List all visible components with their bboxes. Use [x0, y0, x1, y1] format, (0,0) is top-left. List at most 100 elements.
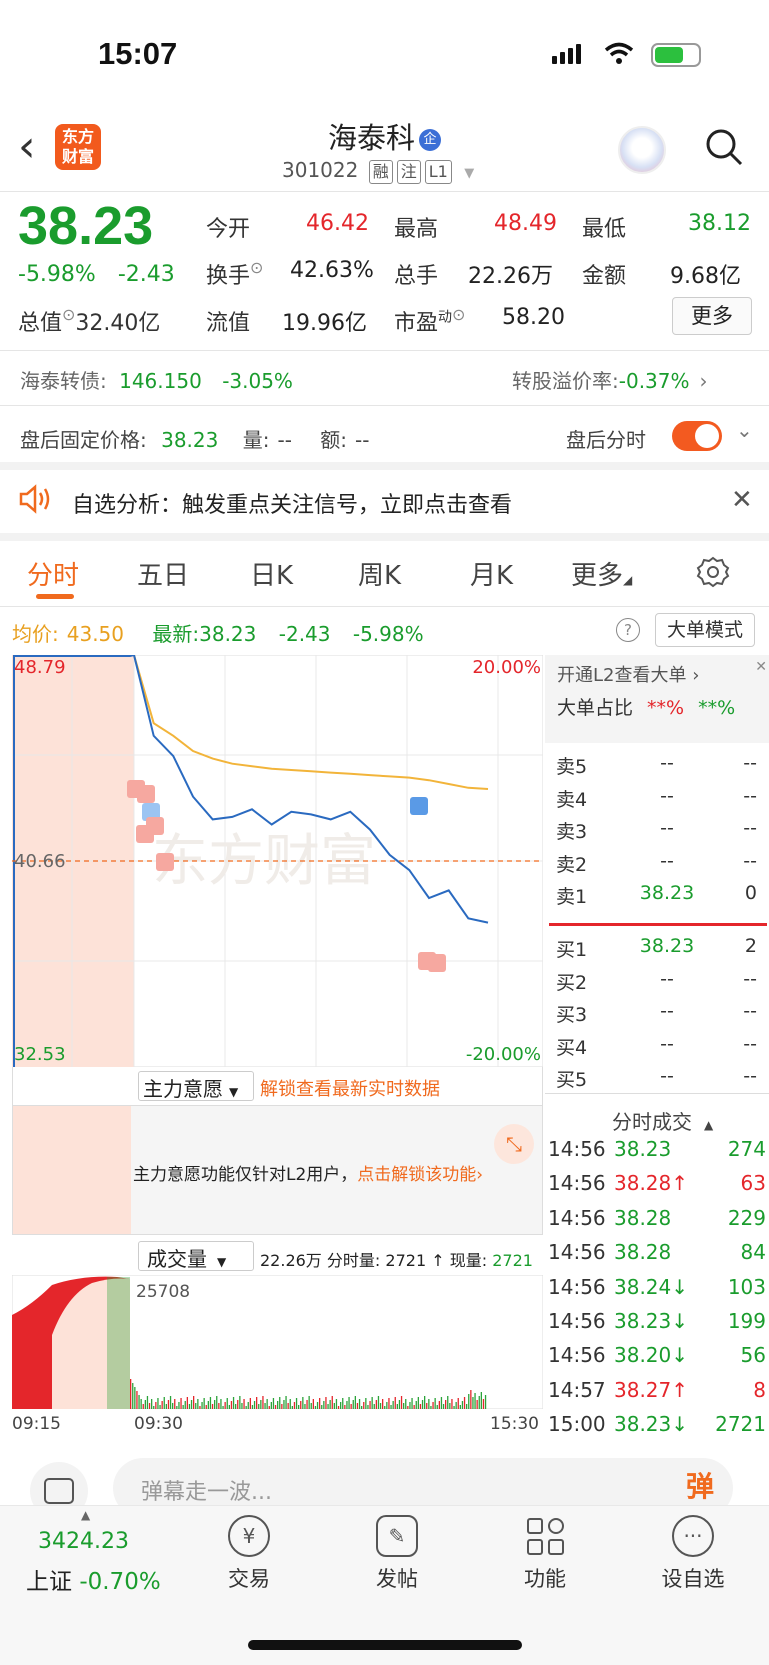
- help-icon[interactable]: ?: [616, 618, 640, 642]
- tick-price: 38.20↓: [614, 1343, 689, 1368]
- tick-time: 15:00: [548, 1412, 606, 1437]
- expand-icon[interactable]: ⤡: [494, 1124, 534, 1164]
- bond-pct: -3.05%: [222, 369, 293, 393]
- after-vol-label: 量:: [242, 428, 270, 452]
- volume-bar: [174, 1399, 176, 1409]
- pe-value: 58.20: [502, 305, 565, 330]
- tag-level: L1: [424, 160, 452, 184]
- tab-five-day[interactable]: 五日: [137, 555, 189, 592]
- section-gap: [0, 462, 769, 470]
- unlock-link[interactable]: 解锁查看最新实时数据: [260, 1075, 440, 1101]
- more-dots-icon: ···: [672, 1515, 714, 1557]
- caret-down-icon: ▼: [217, 1255, 227, 1269]
- alert-text[interactable]: 自选分析：触发重点关注信号，立即点击查看: [72, 487, 512, 519]
- volume-bar: [264, 1403, 266, 1409]
- buy-marker: [137, 785, 155, 803]
- close-icon[interactable]: ✕: [731, 485, 753, 515]
- level-volume: --: [743, 967, 757, 990]
- volume-bar: [394, 1397, 396, 1409]
- volume-bar: [344, 1405, 346, 1409]
- l2-promo[interactable]: 开通L2查看大单 › ✕ 大单占比 **% **%: [545, 655, 769, 743]
- l2-text: 开通L2查看大单: [557, 665, 687, 686]
- volume-bar: [207, 1401, 209, 1409]
- info-icon[interactable]: ⊙: [62, 305, 75, 324]
- tab-monthly-k[interactable]: 月K: [470, 555, 513, 592]
- tick-price: 38.23: [614, 1137, 672, 1161]
- tick-volume: 229: [727, 1205, 766, 1230]
- convertible-bond-row[interactable]: 海泰转债: 146.150 -3.05%: [20, 365, 293, 394]
- volume-bar: [333, 1403, 335, 1409]
- settings-gear-icon[interactable]: [696, 555, 730, 589]
- tick-volume: 56: [740, 1343, 766, 1368]
- amount-value: 9.68亿: [670, 264, 741, 289]
- bond-price: 146.150: [119, 369, 202, 393]
- last-price: 38.23: [18, 196, 154, 256]
- chevron-down-icon[interactable]: ⌄: [736, 418, 753, 442]
- volume-bar: [270, 1402, 272, 1409]
- volume-bar: [188, 1404, 191, 1409]
- volume-bar: [430, 1406, 432, 1409]
- tick-time: 14:56: [548, 1343, 606, 1368]
- close-icon[interactable]: ✕: [755, 659, 767, 675]
- summary-row: 均价: 43.50 最新:38.23 -2.43 -5.98%: [12, 618, 424, 647]
- index-row[interactable]: 上证 -0.70%: [26, 1562, 161, 1596]
- volume-bar: [424, 1396, 426, 1409]
- nav-post[interactable]: ✎ 发帖: [347, 1515, 447, 1593]
- chevron-down-icon[interactable]: ▼: [464, 166, 474, 181]
- open-label: 今开: [206, 217, 251, 242]
- big-order-mode-button[interactable]: 大单模式: [655, 613, 755, 647]
- volume-bar: [447, 1396, 449, 1409]
- assistant-avatar[interactable]: [618, 126, 666, 174]
- volume-bar: [363, 1402, 365, 1409]
- volume-bar: [279, 1397, 281, 1409]
- nav-add-watchlist[interactable]: ··· 设自选: [643, 1515, 743, 1593]
- level-volume: 0: [744, 882, 757, 904]
- volume-bar: [134, 1387, 136, 1409]
- info-icon[interactable]: ⊙: [452, 305, 465, 324]
- index-value[interactable]: 3424.23: [38, 1529, 129, 1554]
- volume-bar: [178, 1402, 180, 1409]
- volume-bar: [472, 1397, 474, 1409]
- tab-daily-k[interactable]: 日K: [250, 555, 293, 592]
- level-volume: 2: [744, 935, 757, 957]
- volume-bar: [220, 1399, 222, 1409]
- tick-price: 38.24↓: [614, 1274, 689, 1299]
- nav-trade[interactable]: ¥ 交易: [199, 1515, 299, 1593]
- after-vol: --: [277, 428, 292, 452]
- volume-bar: [337, 1406, 340, 1409]
- volume-bar: [419, 1404, 422, 1409]
- volume-bar: [455, 1402, 457, 1409]
- tab-intraday[interactable]: 分时: [27, 555, 79, 592]
- volume-bar: [268, 1406, 270, 1409]
- section-gap: [0, 533, 769, 541]
- ask-row: 卖3 -- --: [545, 817, 769, 847]
- volume-bar: [371, 1397, 373, 1409]
- time-mid: 09:30: [134, 1414, 183, 1434]
- info-icon[interactable]: ⊙: [250, 258, 263, 277]
- volume-bar: [142, 1404, 144, 1409]
- after-hours-toggle[interactable]: [672, 421, 722, 451]
- tab-weekly-k[interactable]: 周K: [358, 555, 401, 592]
- l2-link[interactable]: 开通L2查看大单 ›: [557, 661, 699, 687]
- volume-bar: [398, 1400, 401, 1409]
- volume-dropdown[interactable]: 成交量 ▼: [138, 1241, 254, 1271]
- chevron-right-icon: ›: [699, 369, 708, 393]
- level-label: 卖3: [556, 821, 588, 843]
- volume-chart: 25708: [12, 1275, 543, 1409]
- volume-bar: [314, 1406, 317, 1409]
- unlock-feature-link[interactable]: 点击解锁该功能: [357, 1165, 476, 1185]
- index-pct: -0.70%: [79, 1569, 161, 1595]
- mktcap-label-text: 总值: [18, 311, 63, 336]
- search-icon[interactable]: [704, 127, 744, 167]
- premium-row[interactable]: 转股溢价率:-0.37% ›: [512, 365, 708, 394]
- speaker-icon: [19, 484, 50, 514]
- more-button[interactable]: 更多: [672, 297, 752, 335]
- volume-bar: [151, 1399, 153, 1409]
- nav-functions[interactable]: 功能: [495, 1515, 595, 1593]
- tab-more[interactable]: 更多◢: [571, 555, 632, 592]
- change-pct: -5.98%: [18, 262, 96, 287]
- main-force-dropdown[interactable]: 主力意愿 ▼: [138, 1071, 254, 1101]
- volume-bar: [211, 1404, 214, 1409]
- intraday-chart[interactable]: 东方财富 48.79 40.66 32.53 20.00% -20.00%: [12, 655, 543, 1067]
- volume-bar: [262, 1396, 264, 1409]
